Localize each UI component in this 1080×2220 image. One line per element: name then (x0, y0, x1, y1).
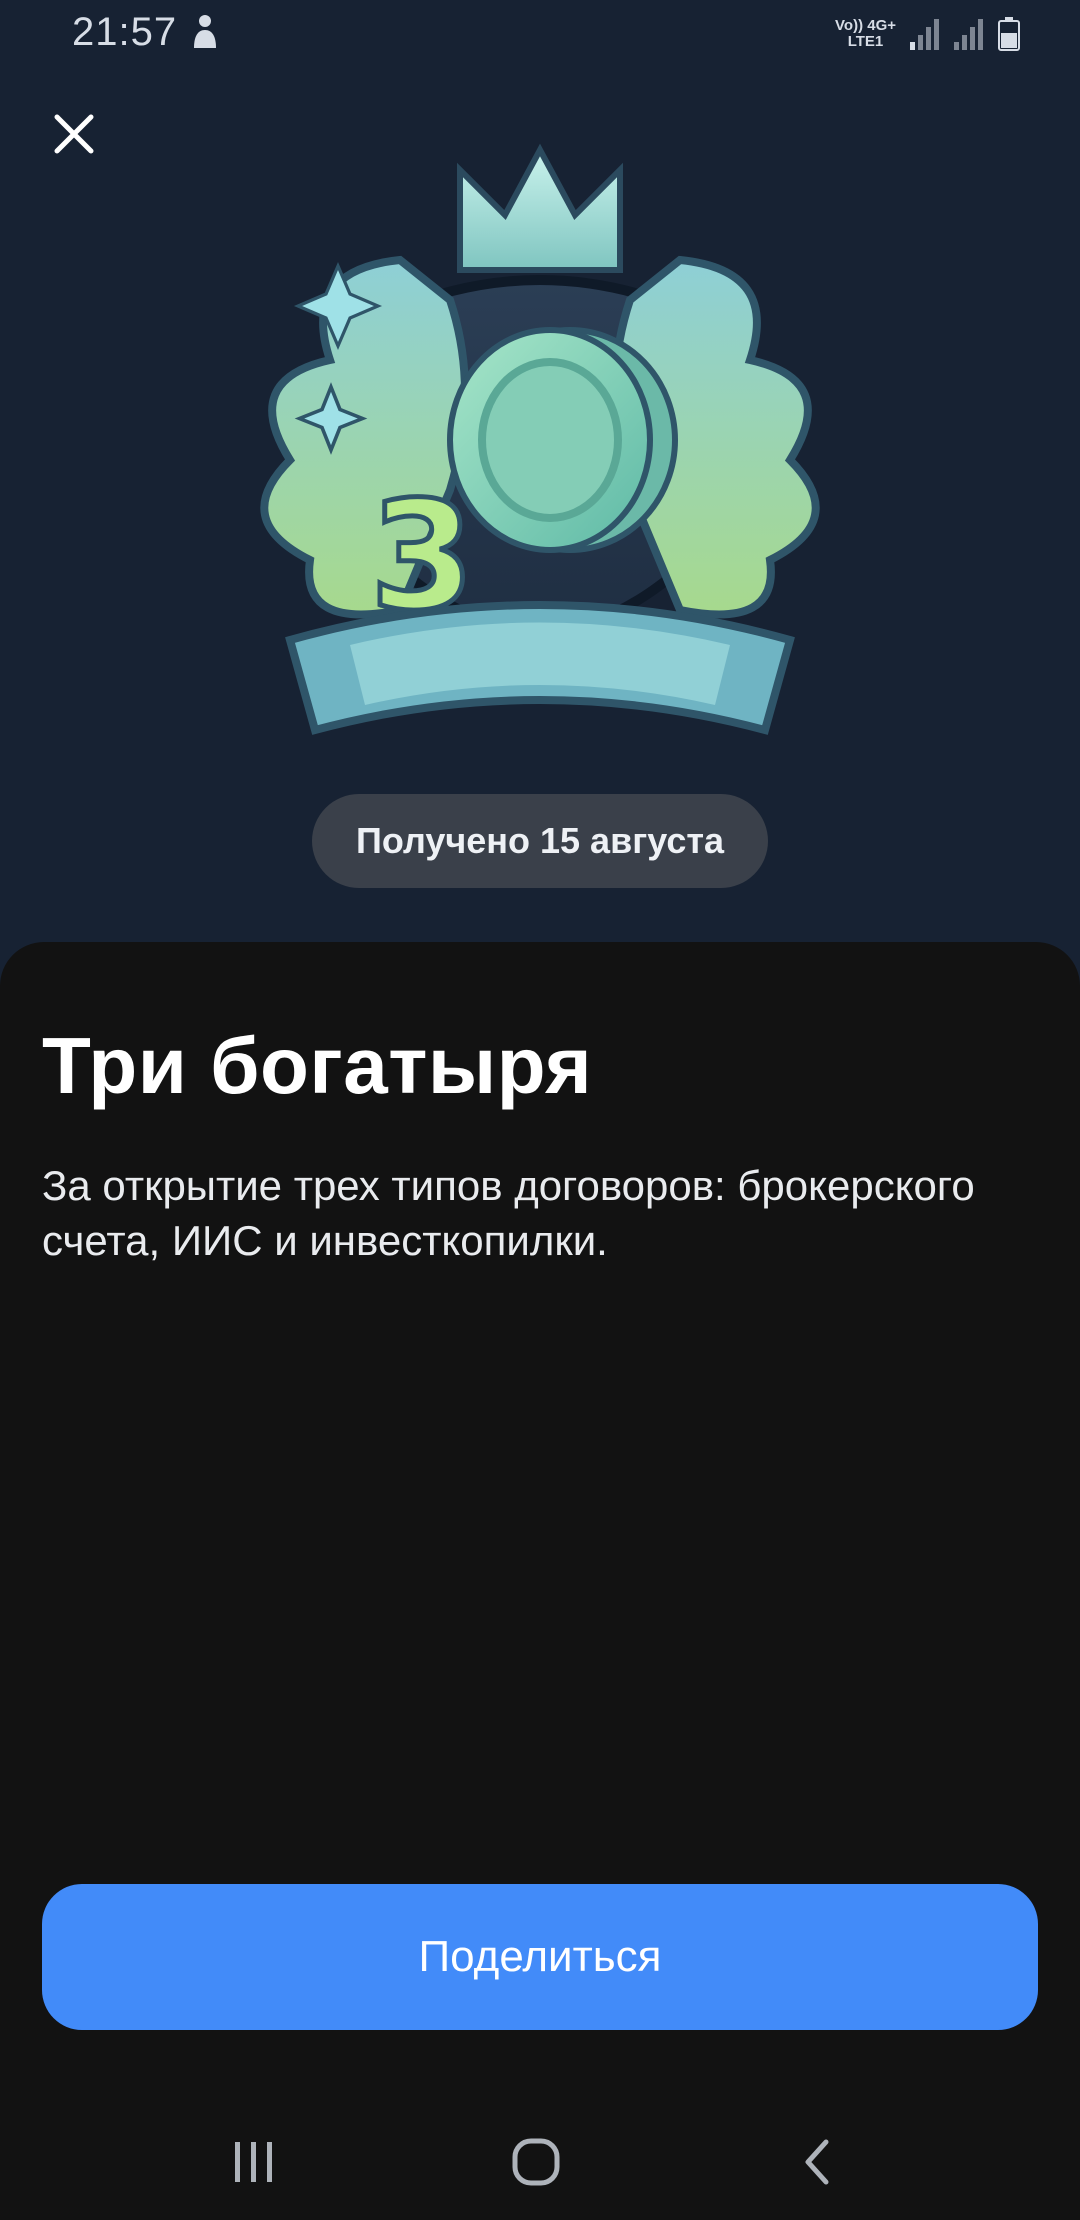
status-indicators: Vo)) 4G+ LTE1 (835, 14, 1020, 54)
system-navigation-bar (0, 2100, 1080, 2220)
recent-apps-icon (235, 2142, 272, 2182)
network-indicator: Vo)) 4G+ LTE1 (835, 18, 896, 50)
back-icon (805, 2139, 829, 2185)
close-icon (54, 114, 94, 154)
recent-apps-button[interactable] (214, 2130, 294, 2194)
award-badge-image: 3 (260, 143, 820, 735)
person-icon (194, 15, 216, 48)
network-type: Vo)) 4G+ (835, 17, 896, 34)
status-time: 21:57 (72, 10, 178, 54)
network-sim: LTE1 (847, 33, 884, 50)
achievement-title: Три богатыря (42, 1021, 593, 1110)
achievement-screen: 21:57 Vo)) 4G+ LTE1 3 Получено 15 август… (0, 0, 1080, 2220)
hero-section: 21:57 Vo)) 4G+ LTE1 3 Получено 15 август… (0, 0, 1080, 1000)
signal-icon (910, 19, 939, 50)
home-button[interactable] (496, 2130, 576, 2194)
home-icon (512, 2138, 560, 2186)
back-button[interactable] (778, 2130, 858, 2194)
close-button[interactable] (44, 104, 104, 164)
signal-icon (954, 19, 983, 50)
status-bar: 21:57 Vo)) 4G+ LTE1 (0, 0, 1080, 70)
share-button[interactable]: Поделиться (42, 1884, 1038, 2030)
received-date-badge: Получено 15 августа (312, 794, 768, 888)
achievement-description: За открытие трех типов договоров: брокер… (42, 1162, 975, 1264)
battery-icon (998, 17, 1020, 51)
